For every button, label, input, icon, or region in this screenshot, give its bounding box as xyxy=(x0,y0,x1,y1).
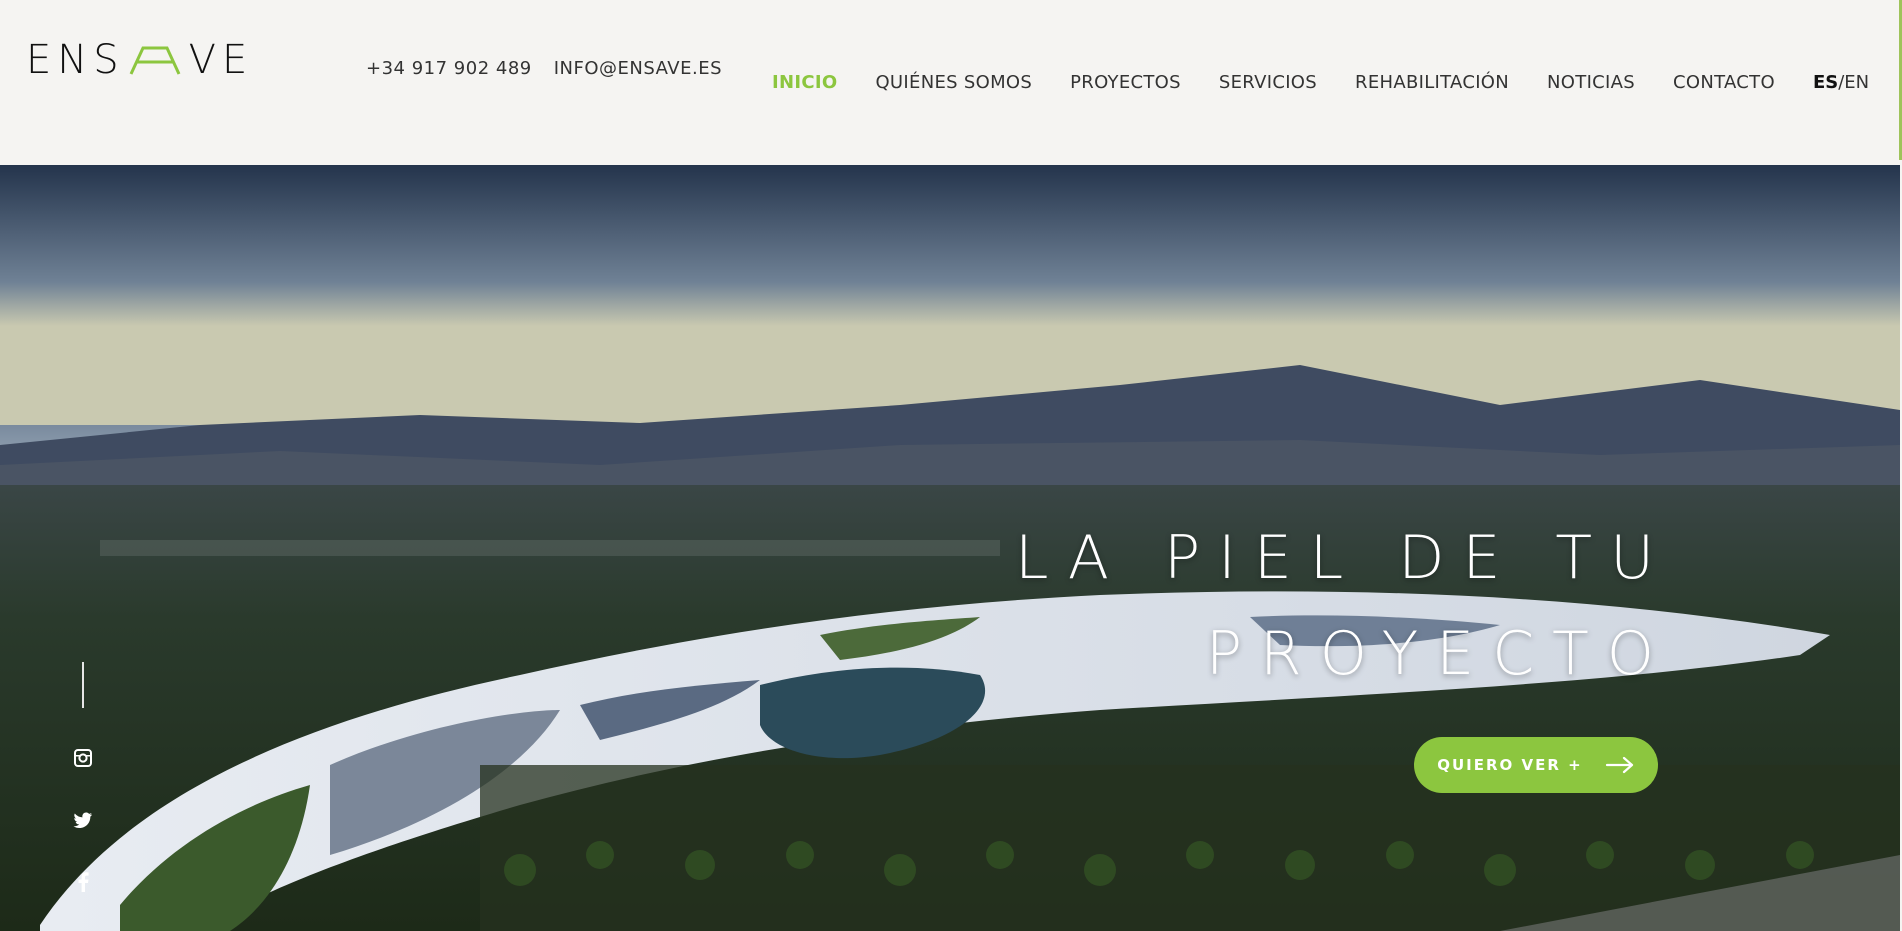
hero-title: LA PIEL DE TU PROYECTO xyxy=(1015,510,1672,702)
nav-item-contacto[interactable]: CONTACTO xyxy=(1673,72,1775,93)
site-header: ENS VE +34 917 902 489 INFO@ENSAVE.ES IN… xyxy=(0,0,1902,165)
instagram-icon[interactable] xyxy=(71,746,95,770)
nav-item-servicios[interactable]: SERVICIOS xyxy=(1219,72,1317,93)
logo-text-left: ENS xyxy=(26,37,125,83)
quiero-ver-button[interactable]: QUIERO VER + xyxy=(1414,737,1658,793)
twitter-icon[interactable] xyxy=(71,808,95,832)
logo-text-right: VE xyxy=(188,37,254,83)
logo-a-mark-icon xyxy=(129,46,180,75)
cta-label: QUIERO VER + xyxy=(1437,756,1583,774)
lang-es[interactable]: ES xyxy=(1813,72,1838,93)
email-link[interactable]: INFO@ENSAVE.ES xyxy=(554,58,722,79)
main-nav: INICIO QUIÉNES SOMOS PROYECTOS SERVICIOS… xyxy=(772,72,1869,93)
social-divider-line xyxy=(82,662,84,708)
hero-title-line-1: LA PIEL DE TU xyxy=(1015,523,1672,593)
nav-item-inicio[interactable]: INICIO xyxy=(772,72,837,93)
lang-en[interactable]: EN xyxy=(1844,72,1869,93)
nav-item-rehabilitacion[interactable]: REHABILITACIÓN xyxy=(1355,72,1509,93)
ensave-logo[interactable]: ENS VE xyxy=(26,37,254,83)
hero-section: LA PIEL DE TU PROYECTO QUIERO VER + xyxy=(0,165,1900,931)
nav-item-quienes-somos[interactable]: QUIÉNES SOMOS xyxy=(875,72,1032,93)
hero-title-line-2: PROYECTO xyxy=(1205,619,1672,689)
phone-link[interactable]: +34 917 902 489 xyxy=(366,58,532,79)
arrow-right-icon xyxy=(1605,756,1633,774)
language-switcher: ES/EN xyxy=(1813,72,1869,93)
facebook-icon[interactable] xyxy=(71,870,95,894)
nav-item-noticias[interactable]: NOTICIAS xyxy=(1547,72,1635,93)
contact-info: +34 917 902 489 INFO@ENSAVE.ES xyxy=(366,58,722,79)
nav-item-proyectos[interactable]: PROYECTOS xyxy=(1070,72,1181,93)
